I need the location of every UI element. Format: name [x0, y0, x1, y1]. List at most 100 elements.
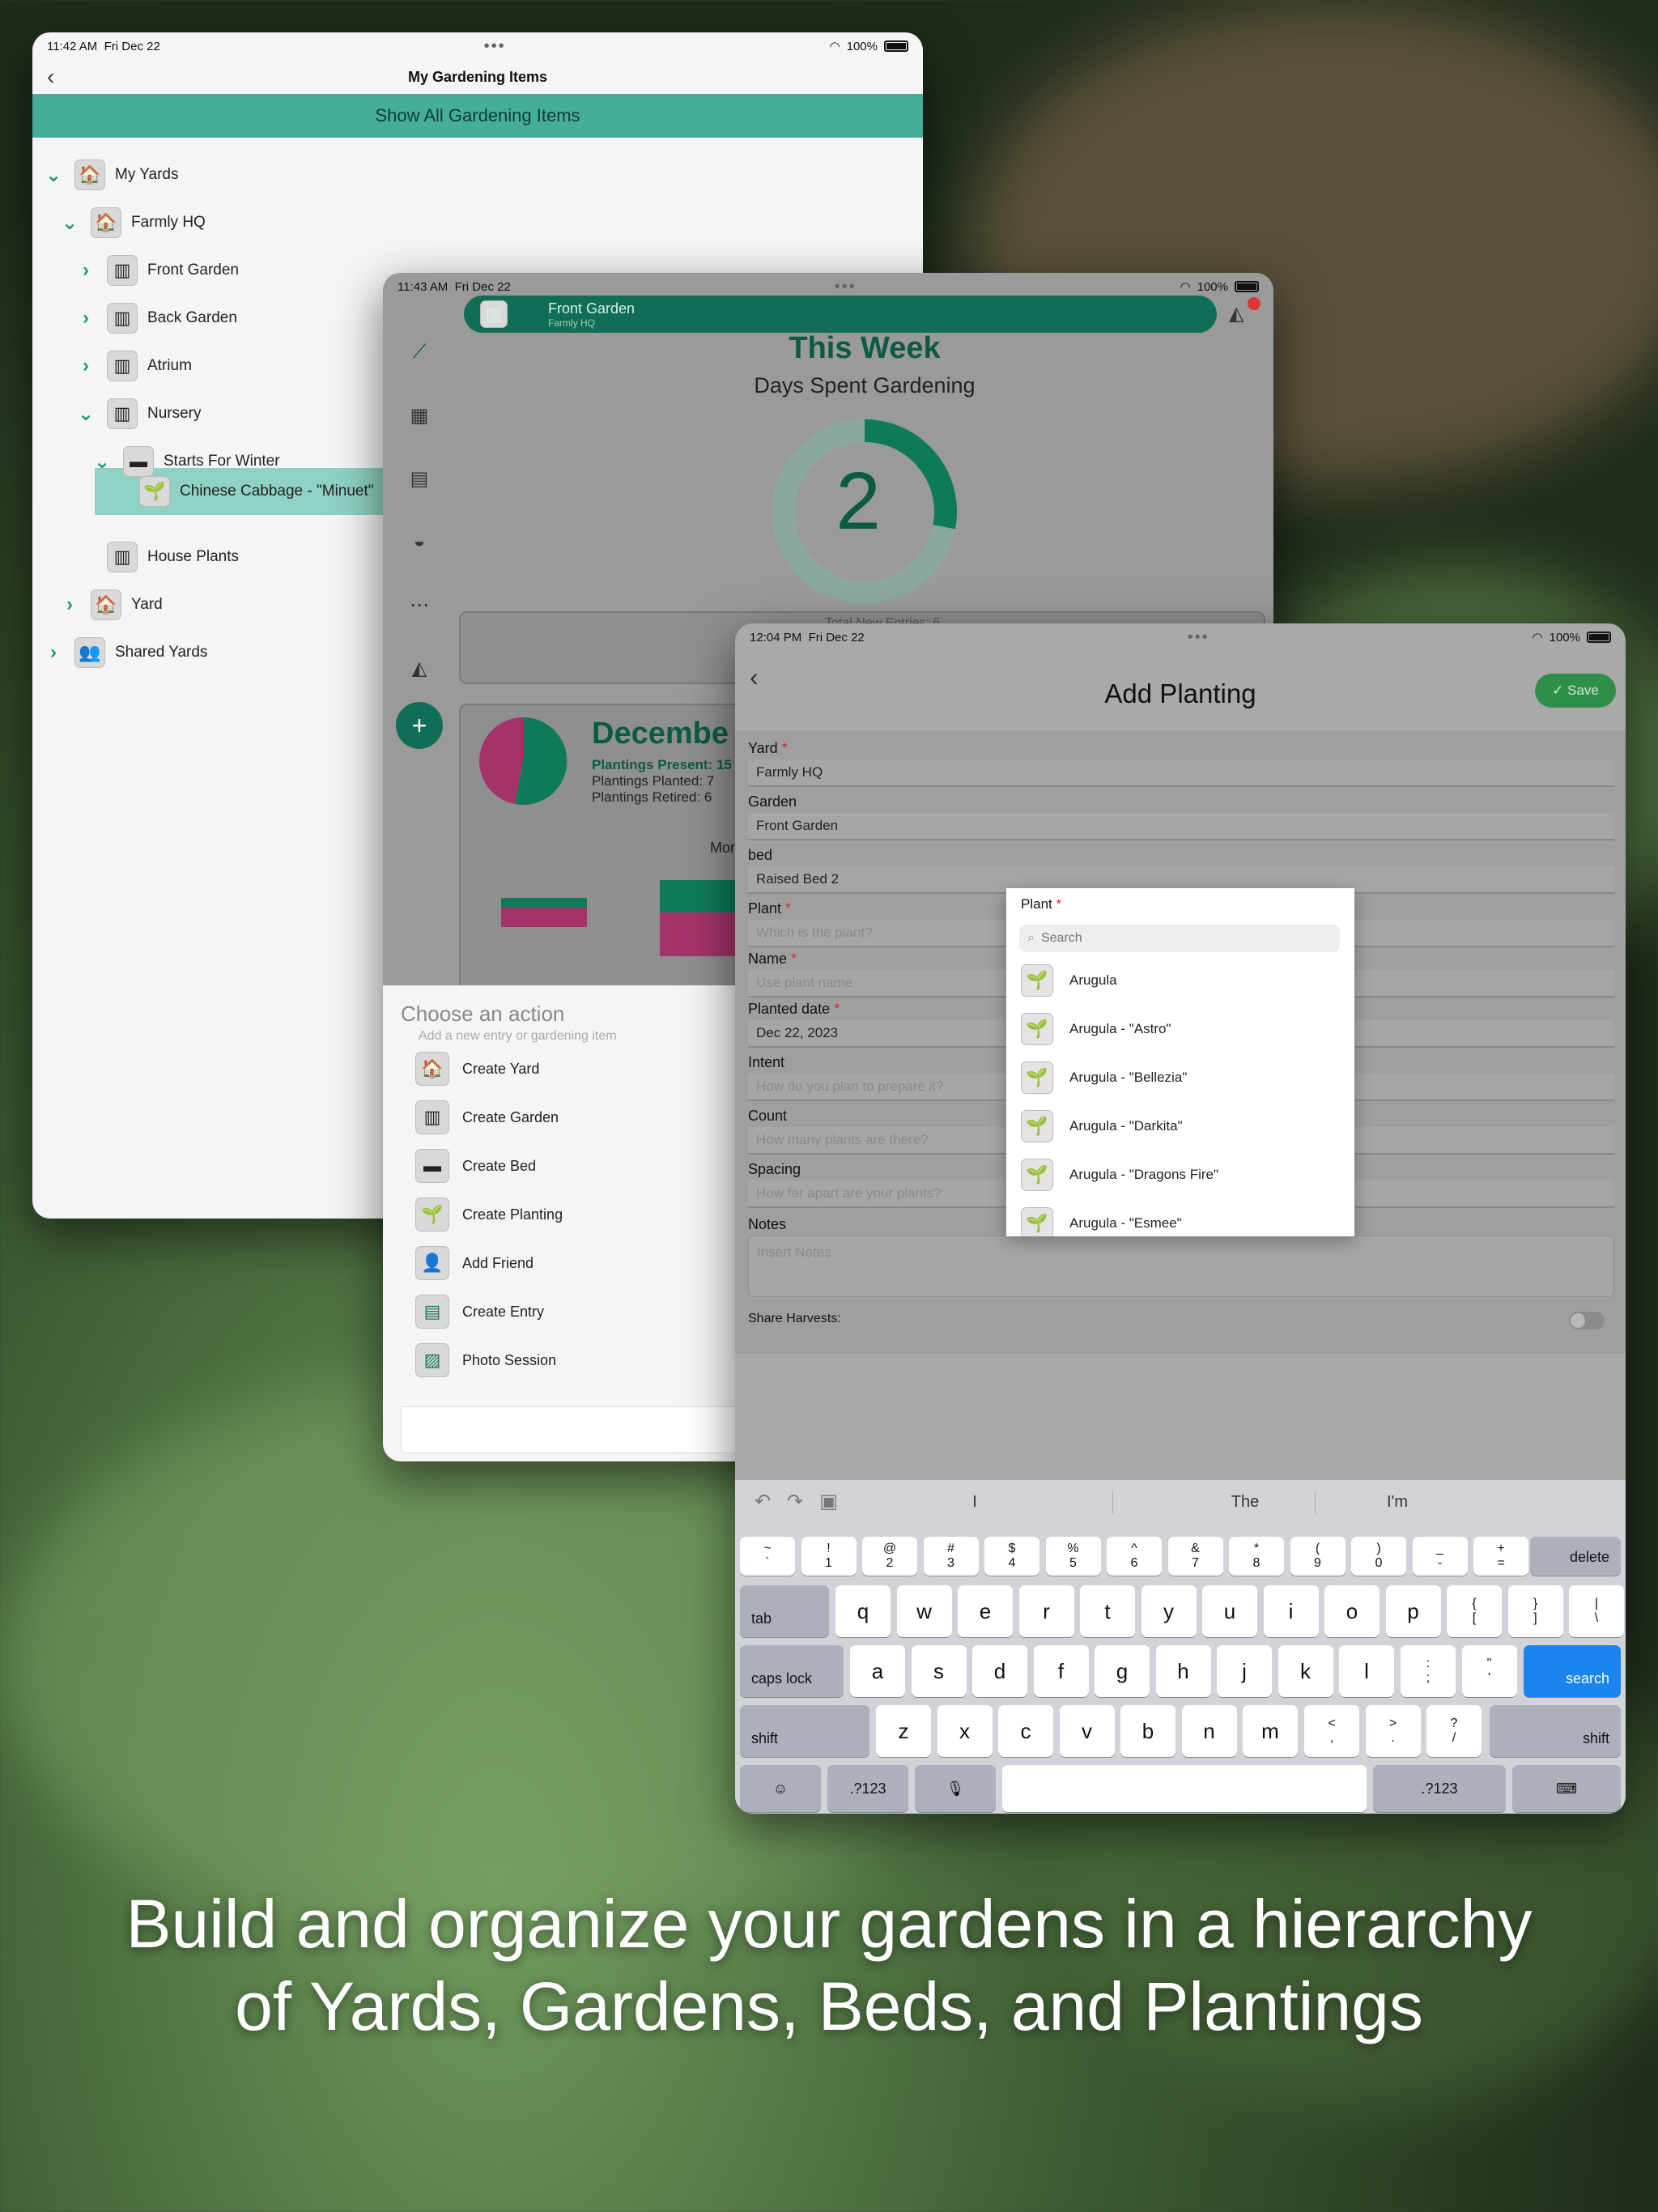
letter-key[interactable]: o: [1324, 1585, 1380, 1637]
number-key[interactable]: #3: [923, 1537, 979, 1576]
number-key[interactable]: + =: [1473, 1537, 1528, 1576]
letter-key[interactable]: m: [1243, 1705, 1298, 1757]
delete-key[interactable]: delete: [1530, 1537, 1621, 1576]
symbol-key[interactable]: " ': [1461, 1645, 1517, 1697]
letter-key[interactable]: r: [1018, 1585, 1074, 1637]
letter-key[interactable]: i: [1263, 1585, 1319, 1637]
chevron-right-icon[interactable]: ›: [58, 593, 81, 616]
symbol-key[interactable]: >.: [1365, 1705, 1421, 1757]
symbol-key[interactable]: ? /: [1426, 1705, 1482, 1757]
chevron-down-icon[interactable]: ⌄: [58, 211, 81, 235]
chevron-right-icon[interactable]: ›: [74, 307, 97, 330]
symbol-key[interactable]: {[: [1447, 1585, 1502, 1637]
chart-icon[interactable]: ⟋: [407, 341, 432, 365]
letter-key[interactable]: e: [958, 1585, 1013, 1637]
letter-key[interactable]: n: [1181, 1705, 1237, 1757]
tree-item[interactable]: › ▥ Back Garden: [74, 300, 237, 336]
hide-keyboard-key[interactable]: ⌨: [1512, 1765, 1621, 1812]
letter-key[interactable]: y: [1141, 1585, 1197, 1637]
dashboard-icon[interactable]: ▦: [407, 404, 432, 428]
letter-key[interactable]: q: [835, 1585, 891, 1637]
tree-item[interactable]: ▥ House Plants: [107, 539, 239, 575]
emoji-key[interactable]: ☺: [740, 1765, 821, 1812]
tree-item[interactable]: › ▥ Atrium: [74, 348, 192, 384]
letter-key[interactable]: h: [1155, 1645, 1211, 1697]
action-create-entry[interactable]: ▤ Create Entry: [415, 1293, 544, 1330]
number-key[interactable]: % 5: [1045, 1537, 1101, 1576]
notes-field[interactable]: Insert Notes: [748, 1236, 1614, 1297]
shift-key[interactable]: shift: [1490, 1705, 1621, 1757]
chevron-down-icon[interactable]: ⌄: [74, 402, 97, 426]
suggestion[interactable]: I: [910, 1493, 1039, 1512]
action-create-planting[interactable]: 🌱 Create Planting: [415, 1196, 563, 1233]
tree-item[interactable]: › ▥ Front Garden: [74, 253, 239, 288]
number-key[interactable]: & 7: [1167, 1537, 1223, 1576]
letter-key[interactable]: d: [972, 1645, 1027, 1697]
chevron-down-icon[interactable]: ⌄: [42, 164, 65, 187]
action-create-bed[interactable]: ▬ Create Bed: [415, 1147, 536, 1185]
show-all-button[interactable]: Show All Gardening Items: [32, 94, 923, 138]
tree-item[interactable]: ⌄ ▥ Nursery: [74, 396, 202, 432]
tree-item[interactable]: ⌄ 🏠 Farmly HQ: [58, 205, 206, 240]
garden-selector[interactable]: ▥ Front Garden Farmly HQ: [464, 296, 1217, 333]
letter-key[interactable]: u: [1202, 1585, 1257, 1637]
letter-key[interactable]: z: [876, 1705, 931, 1757]
tree-item[interactable]: › 👥 Shared Yards: [42, 635, 207, 670]
tree-item[interactable]: 🌱 Chinese Cabbage - "Minuet": [139, 474, 374, 509]
chevron-right-icon[interactable]: ›: [42, 641, 65, 664]
action-photo-session[interactable]: ▨ Photo Session: [415, 1342, 556, 1379]
number-key[interactable]: ~ `: [740, 1537, 795, 1576]
basket-icon[interactable]: ◒: [407, 530, 432, 555]
chevron-down-icon[interactable]: ⌄: [91, 450, 113, 474]
more-icon[interactable]: ⋯: [407, 593, 432, 618]
bell-icon[interactable]: ◭: [407, 657, 432, 681]
plant-option[interactable]: 🌱 Arugula - "Astro": [1021, 1010, 1171, 1048]
undo-icon[interactable]: ↶: [755, 1490, 771, 1513]
number-key[interactable]: * 8: [1229, 1537, 1284, 1576]
letter-key[interactable]: x: [937, 1705, 993, 1757]
suggestion[interactable]: The: [1180, 1493, 1310, 1512]
number-key[interactable]: $4: [984, 1537, 1039, 1576]
numbers-key[interactable]: .?123: [827, 1765, 908, 1812]
numbers-key[interactable]: .?123: [1373, 1765, 1506, 1812]
letter-key[interactable]: b: [1120, 1705, 1175, 1757]
number-key[interactable]: ) 0: [1351, 1537, 1406, 1576]
notification-bell-icon[interactable]: ◭: [1229, 302, 1244, 325]
suggestion[interactable]: I'm: [1333, 1493, 1462, 1512]
letter-key[interactable]: f: [1033, 1645, 1089, 1697]
letter-key[interactable]: t: [1080, 1585, 1135, 1637]
plant-option[interactable]: 🌱 Arugula - "Darkita": [1021, 1108, 1183, 1145]
letter-key[interactable]: k: [1278, 1645, 1333, 1697]
redo-icon[interactable]: ↷: [787, 1490, 803, 1513]
back-chevron-icon[interactable]: ‹: [47, 64, 54, 90]
share-harvests-toggle[interactable]: [1569, 1312, 1605, 1329]
letter-key[interactable]: g: [1095, 1645, 1150, 1697]
action-create-yard[interactable]: 🏠 Create Yard: [415, 1050, 539, 1087]
multitask-dots-icon[interactable]: •••: [835, 278, 857, 296]
plant-option[interactable]: 🌱 Arugula - "Esmee": [1021, 1205, 1182, 1236]
multitask-dots-icon[interactable]: •••: [1188, 628, 1209, 647]
plant-option[interactable]: 🌱 Arugula - "Dragons Fire": [1021, 1156, 1218, 1193]
multitask-dots-icon[interactable]: •••: [484, 37, 506, 56]
letter-key[interactable]: j: [1217, 1645, 1272, 1697]
chevron-right-icon[interactable]: ›: [74, 259, 97, 282]
space-key[interactable]: [1002, 1765, 1367, 1812]
caps-lock-key[interactable]: caps lock: [740, 1645, 844, 1697]
plant-option[interactable]: 🌱 Arugula - "Bellezia": [1021, 1059, 1187, 1096]
letter-key[interactable]: c: [998, 1705, 1053, 1757]
symbol-key[interactable]: <,: [1304, 1705, 1359, 1757]
microphone-key[interactable]: 🎙: [915, 1765, 996, 1812]
plant-option[interactable]: 🌱 Arugula: [1021, 962, 1117, 999]
letter-key[interactable]: p: [1385, 1585, 1441, 1637]
yard-field[interactable]: Farmly HQ: [748, 759, 1614, 787]
search-input[interactable]: [1040, 931, 1316, 946]
add-fab-button[interactable]: +: [396, 702, 443, 749]
symbol-key[interactable]: }]: [1507, 1585, 1563, 1637]
number-key[interactable]: ^ 6: [1107, 1537, 1162, 1576]
tab-key[interactable]: tab: [740, 1585, 829, 1637]
tree-item[interactable]: › 🏠 Yard: [58, 587, 163, 623]
journal-icon[interactable]: ▤: [407, 467, 432, 491]
number-key[interactable]: (9: [1290, 1537, 1346, 1576]
garden-field[interactable]: Front Garden: [748, 813, 1614, 840]
number-key[interactable]: ! 1: [801, 1537, 857, 1576]
